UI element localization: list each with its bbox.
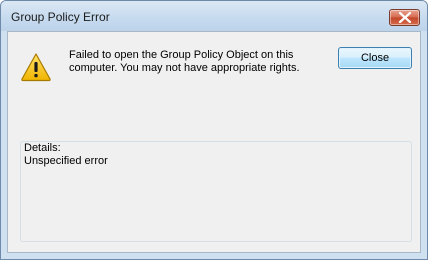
window-close-button[interactable] — [389, 9, 420, 26]
dialog-window: Group Policy Error Failed to open the Gr… — [0, 0, 428, 260]
error-message: Failed to open the Group Policy Object o… — [69, 49, 329, 75]
details-box: Details: Unspecified error — [20, 141, 412, 242]
details-label: Details: — [24, 142, 63, 154]
error-message-line-2: computer. You may not have appropriate r… — [69, 62, 300, 74]
dialog-body: Failed to open the Group Policy Object o… — [7, 31, 421, 253]
error-message-line-1: Failed to open the Group Policy Object o… — [69, 49, 294, 61]
window-title: Group Policy Error — [11, 10, 110, 24]
title-bar[interactable]: Group Policy Error — [1, 1, 427, 31]
details-text[interactable]: Unspecified error — [24, 155, 108, 167]
warning-icon — [21, 53, 51, 82]
close-icon — [398, 12, 412, 23]
close-button[interactable]: Close — [338, 47, 412, 69]
